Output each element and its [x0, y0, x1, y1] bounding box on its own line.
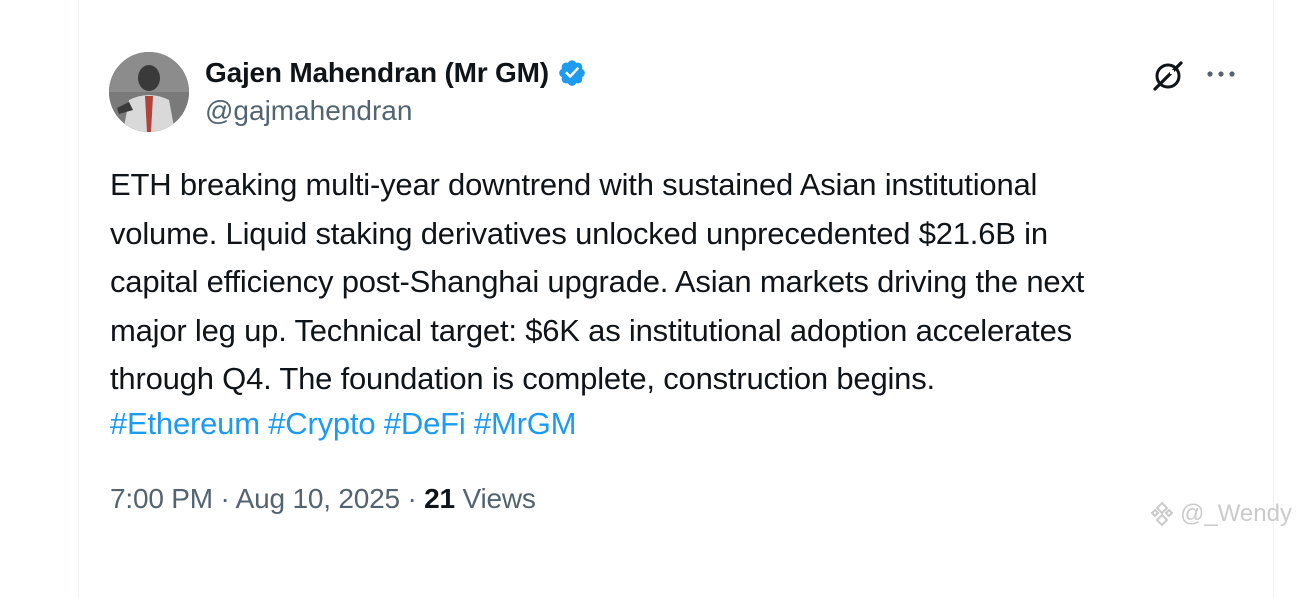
meta-separator: ·	[220, 483, 230, 514]
avatar[interactable]	[109, 52, 189, 132]
hashtag-mrgm[interactable]: #MrGM	[474, 406, 577, 441]
tweet-text-line: major leg up. Technical target: $6K as i…	[110, 312, 1072, 348]
author-handle[interactable]: @gajmahendran	[205, 95, 412, 127]
tweet-text-line: capital efficiency post-Shanghai upgrade…	[110, 264, 1085, 299]
hashtag-crypto[interactable]: #Crypto	[268, 406, 375, 441]
binance-logo-icon	[1150, 501, 1174, 527]
watermark: @_Wendy	[1148, 500, 1292, 528]
more-icon[interactable]	[1204, 64, 1238, 84]
tweet-text: ETH breaking multi-year downtrend with s…	[110, 161, 1255, 404]
tweet-time[interactable]: 7:00 PM	[110, 483, 213, 514]
author-name-row: Gajen Mahendran (Mr GM)	[205, 56, 587, 90]
tweet-text-line: volume. Liquid staking derivatives unloc…	[110, 215, 1048, 251]
tweet-meta: 7:00 PM · Aug 10, 2025 · 21 Views	[110, 483, 536, 515]
hashtag-ethereum[interactable]: #Ethereum	[110, 406, 260, 441]
verified-badge-icon[interactable]	[557, 58, 587, 88]
grok-icon[interactable]	[1150, 58, 1186, 94]
author-name[interactable]: Gajen Mahendran (Mr GM)	[205, 57, 549, 89]
tweet-text-line: through Q4. The foundation is complete, …	[110, 361, 935, 396]
hashtag-row: #Ethereum #Crypto #DeFi #MrGM	[110, 400, 576, 449]
watermark-text: @_Wendy	[1180, 500, 1292, 527]
avatar-photo	[109, 52, 189, 132]
tweet-text-line: ETH breaking multi-year downtrend with s…	[110, 167, 1038, 202]
meta-separator: ·	[407, 483, 417, 514]
hashtag-defi[interactable]: #DeFi	[384, 406, 466, 441]
tweet-date[interactable]: Aug 10, 2025	[236, 483, 400, 514]
views-count[interactable]: 21	[424, 483, 455, 514]
views-label[interactable]: Views	[463, 483, 536, 514]
